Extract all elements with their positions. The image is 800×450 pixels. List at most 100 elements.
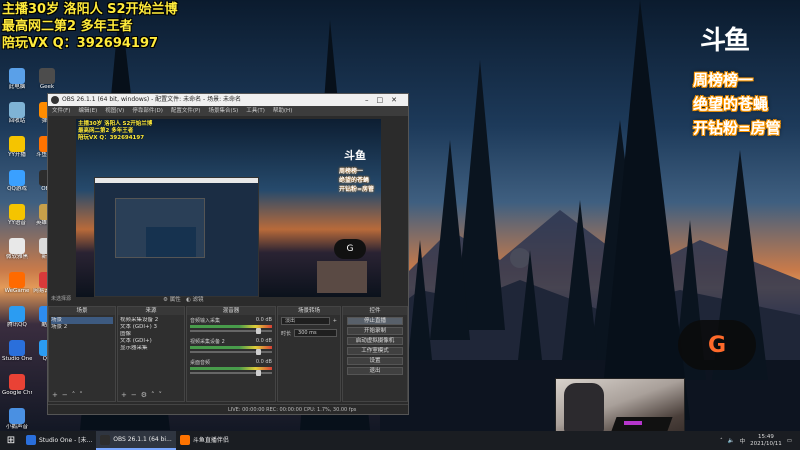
properties-button[interactable]: 属性 xyxy=(170,297,181,303)
mixer-channel-db: 0.0 dB xyxy=(255,338,272,344)
source-item[interactable]: 文本 (GDI+) 3 xyxy=(120,324,182,331)
app-icon xyxy=(39,68,55,84)
windows-start-icon[interactable]: ⊞ xyxy=(0,431,22,450)
filters-button[interactable]: 滤镜 xyxy=(193,297,204,303)
add-source-icon[interactable]: + xyxy=(121,391,131,399)
g-logo-icon: G xyxy=(707,332,727,358)
move-up-icon[interactable]: ˄ xyxy=(151,391,159,399)
source-props-bar: ⚙ 属性 ◐ 滤镜 xyxy=(163,295,204,303)
app-icon xyxy=(9,238,25,254)
filter-icon[interactable]: ◐ xyxy=(186,297,191,303)
duration-input[interactable]: 300 ms xyxy=(294,329,337,337)
volume-icon[interactable]: 🔈 xyxy=(728,438,735,444)
remove-source-icon[interactable]: − xyxy=(131,391,141,399)
mixer-dock: 混音器 音频输入采集 0.0 dB 视频采集设备 2 0.0 dB 桌面音频 0.0 dB xyxy=(186,306,276,402)
transition-type-row: 淡出 + xyxy=(278,315,340,327)
desktop-icon[interactable]: 此电脑 xyxy=(2,68,32,91)
control-button[interactable]: 停止直播 xyxy=(347,317,403,325)
control-button[interactable]: 开始录制 xyxy=(347,327,403,335)
webcam-person xyxy=(564,383,604,433)
menu-item[interactable]: 视图(V) xyxy=(105,108,124,114)
desktop-icon-label: WeGame xyxy=(4,288,30,294)
transition-type-select[interactable]: 淡出 xyxy=(281,317,330,325)
remove-scene-icon[interactable]: − xyxy=(62,391,72,399)
desktop-icon[interactable]: WeGame xyxy=(2,272,32,295)
scene-item[interactable]: 场景 xyxy=(51,317,113,324)
obs-preview-canvas[interactable]: 主播30岁 洛阳人 S2开始兰博 最高网二第2 多年王者 陪玩VX Q：3926… xyxy=(76,119,381,297)
overlay-right-line-3: 开钻粉=房管 xyxy=(693,119,781,137)
source-settings-icon[interactable]: ⚙ xyxy=(141,391,151,399)
app-icon xyxy=(9,102,25,118)
menu-item[interactable]: 帮助(H) xyxy=(273,108,292,114)
desktop-icon[interactable]: 微软雅黑 xyxy=(2,238,32,261)
desktop-icon[interactable]: Geek xyxy=(32,68,62,91)
volume-slider-handle[interactable] xyxy=(255,370,261,376)
app-icon xyxy=(9,340,25,356)
menu-item[interactable]: 配置文件(P) xyxy=(171,108,201,114)
control-button[interactable]: 启动虚拟摄像机 xyxy=(347,337,403,345)
menu-item[interactable]: 文件(F) xyxy=(52,108,70,114)
desktop-icon[interactable]: 腾讯QQ xyxy=(2,306,32,329)
tray-chevron-icon[interactable]: ˄ xyxy=(720,438,723,444)
desktop-icon[interactable]: YY语音 xyxy=(2,204,32,227)
source-item[interactable]: 显示器采集 xyxy=(120,345,182,352)
douyu-logo: 斗鱼 xyxy=(700,26,750,56)
gear-icon[interactable]: ⚙ xyxy=(163,297,168,303)
desktop-icon[interactable]: Google Chrome xyxy=(2,374,32,397)
preview-line-3: 陪玩VX Q：392694197 xyxy=(78,135,145,141)
taskbar-app[interactable]: OBS 26.1.1 (64 bi... xyxy=(96,431,176,450)
windows-taskbar: ⊞ Studio One - [未... OBS 26.1.1 (64 bi...… xyxy=(0,431,800,450)
notification-icon[interactable]: ▭ xyxy=(787,438,792,444)
desktop-icon-label: 腾讯QQ xyxy=(7,322,27,328)
app-icon xyxy=(9,374,25,390)
source-item[interactable]: 图像 xyxy=(120,331,182,338)
volume-slider[interactable] xyxy=(190,349,272,355)
obs-window[interactable]: OBS 26.1.1 (64 bit, windows) - 配置文件: 未命名… xyxy=(47,93,409,415)
menu-item[interactable]: 停靠部件(D) xyxy=(132,108,163,114)
desktop-icon[interactable]: 小鹅声音 xyxy=(2,408,32,431)
control-button[interactable]: 退出 xyxy=(347,367,403,375)
sources-list: 视频采集设备 2 文本 (GDI+) 3 图像 文本 (GDI+) 显示器采集 xyxy=(118,315,184,354)
move-down-icon[interactable]: ˅ xyxy=(79,391,87,399)
desktop-icon[interactable]: Studio One 2 xyxy=(2,340,32,363)
add-transition-icon[interactable]: + xyxy=(333,318,337,324)
desktop-icon-label: YY开播 xyxy=(8,152,26,158)
duration-label: 时长 xyxy=(281,330,292,337)
overlay-right-line-1: 周榜榜一 xyxy=(693,71,754,89)
window-controls[interactable]: –□✕ xyxy=(365,94,405,106)
ime-indicator[interactable]: 中 xyxy=(740,437,746,445)
obs-status-bar: LIVE: 00:00:00 REC: 00:00:00 CPU: 1.7%, … xyxy=(48,404,408,414)
source-item[interactable]: 文本 (GDI+) xyxy=(120,338,182,345)
g-logo-badge: G xyxy=(678,320,756,370)
menu-item[interactable]: 工具(T) xyxy=(246,108,265,114)
volume-slider[interactable] xyxy=(190,328,272,334)
add-scene-icon[interactable]: + xyxy=(52,391,62,399)
taskbar-app[interactable]: 斗鱼直播伴侣 xyxy=(176,431,233,450)
control-button[interactable]: 工作室模式 xyxy=(347,347,403,355)
scene-item[interactable]: 场景 2 xyxy=(51,324,113,331)
volume-slider[interactable] xyxy=(190,370,272,376)
obs-docks: 场景 场景 场景 2 +−˄˅ 来源 视频采集设备 2 文本 (GDI+) 3 图像文… xyxy=(48,306,408,402)
menu-item[interactable]: 场景集合(S) xyxy=(208,108,238,114)
desktop-icon[interactable]: YY开播 xyxy=(2,136,32,159)
desktop-icon[interactable]: QQ游戏 xyxy=(2,170,32,193)
desktop-icon[interactable]: 回收站 xyxy=(2,102,32,125)
app-icon xyxy=(9,272,25,288)
menu-item[interactable]: 编辑(E) xyxy=(78,108,97,114)
control-button[interactable]: 设置 xyxy=(347,357,403,365)
volume-slider-handle[interactable] xyxy=(255,328,261,334)
volume-slider-handle[interactable] xyxy=(255,349,261,355)
transitions-dock: 场景转场 淡出 + 时长 300 ms xyxy=(277,306,341,402)
obs-title-bar[interactable]: OBS 26.1.1 (64 bit, windows) - 配置文件: 未命名… xyxy=(48,94,408,106)
source-item[interactable]: 视频采集设备 2 xyxy=(120,317,182,324)
move-down-icon[interactable]: ˅ xyxy=(159,391,167,399)
minimize-icon[interactable]: – xyxy=(365,96,377,104)
taskbar-app[interactable]: Studio One - [未... xyxy=(22,431,96,450)
maximize-icon[interactable]: □ xyxy=(377,96,392,104)
preview-right-line-1: 周榜榜一 xyxy=(339,168,364,175)
transitions-dock-title: 场景转场 xyxy=(278,307,340,315)
app-icon xyxy=(9,408,25,424)
close-icon[interactable]: ✕ xyxy=(391,96,405,104)
taskbar-clock[interactable]: 15:49 2021/10/11 xyxy=(750,434,782,448)
taskbar-app-icon xyxy=(26,434,36,445)
